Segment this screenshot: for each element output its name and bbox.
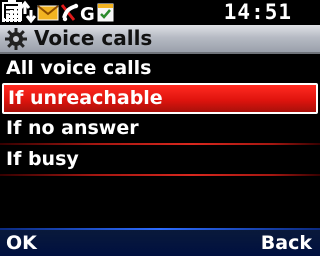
no-call-icon — [60, 3, 79, 22]
status-bar: G 14:51 — [0, 0, 320, 25]
menu-item-label: If busy — [6, 148, 79, 170]
clock: 14:51 — [223, 0, 292, 24]
gprs-icon: G — [80, 4, 95, 25]
menu-item-label: All voice calls — [6, 57, 152, 79]
row-divider — [0, 174, 320, 176]
softkey-divider — [0, 228, 320, 230]
checklist-icon — [97, 3, 114, 22]
page-title: Voice calls — [34, 26, 153, 50]
new-message-icon — [37, 5, 59, 21]
ok-softkey[interactable]: OK — [6, 232, 37, 254]
menu-item-if-busy[interactable]: If busy — [0, 145, 320, 174]
menu-item-if-no-answer[interactable]: If no answer — [0, 114, 320, 143]
menu-item-if-unreachable[interactable]: If unreachable — [2, 83, 318, 114]
softkey-bar: OK Back — [0, 228, 320, 256]
battery-icon — [2, 0, 22, 21]
status-icons: G — [2, 0, 114, 25]
gear-icon — [5, 28, 27, 50]
title-bar: Voice calls — [0, 25, 320, 54]
menu-item-all-voice-calls[interactable]: All voice calls — [0, 54, 320, 83]
menu-item-label: If no answer — [6, 117, 139, 139]
back-softkey[interactable]: Back — [261, 232, 312, 254]
menu-list: All voice calls If unreachable If no ans… — [0, 54, 320, 176]
menu-item-label: If unreachable — [8, 87, 163, 109]
